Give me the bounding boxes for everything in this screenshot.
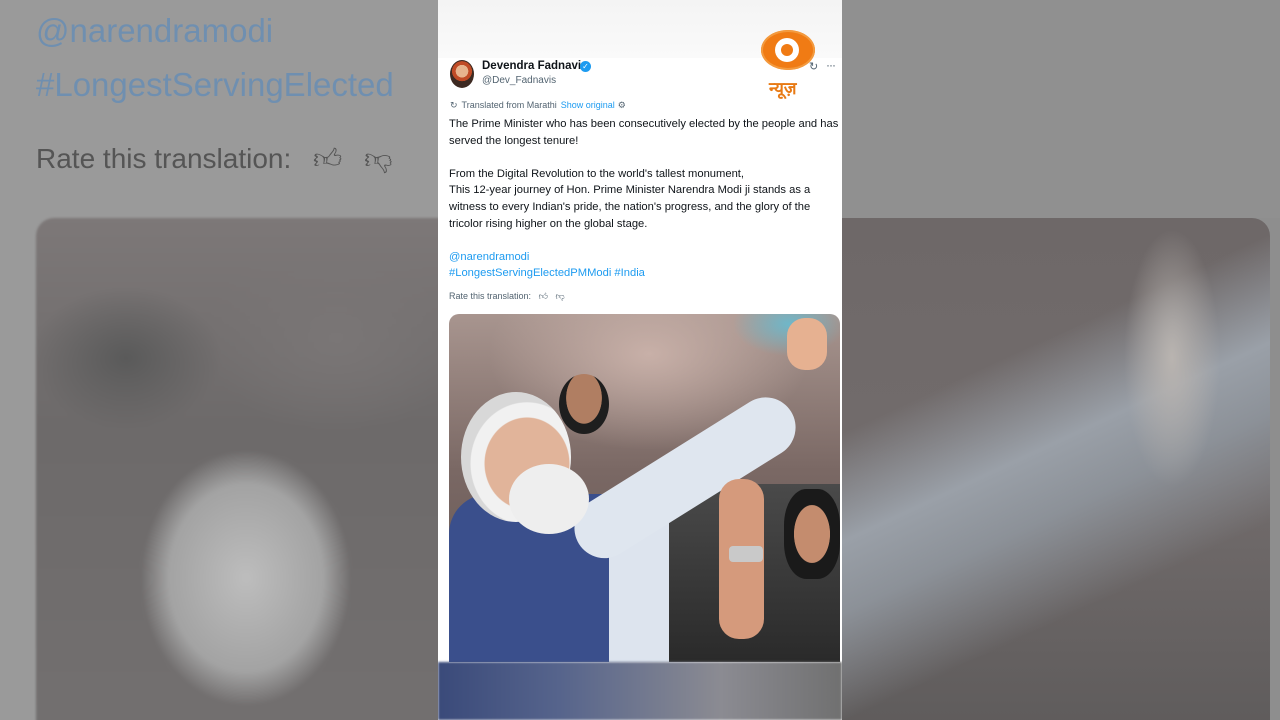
- post-body: The Prime Minister who has been consecut…: [449, 116, 841, 282]
- bg-rate-text: Rate this translation:: [36, 143, 292, 174]
- author-handle[interactable]: @Dev_Fadnavis: [482, 75, 556, 86]
- bg-mention-text: @narendramodi: [36, 12, 274, 49]
- translated-label: Translated from Marathi: [461, 100, 557, 110]
- post-photo[interactable]: [449, 314, 840, 662]
- card-bottom-area: [438, 662, 842, 720]
- verified-badge-icon: ✓: [580, 61, 591, 72]
- avatar[interactable]: [450, 60, 474, 88]
- bg-photo-left: [36, 218, 438, 720]
- bg-hashtag-text: #LongestServingElected: [36, 66, 394, 103]
- hashtag-links[interactable]: #LongestServingElectedPMModi #India: [449, 265, 841, 282]
- photo-person-right: [784, 489, 840, 579]
- bg-top-right: [842, 0, 1280, 218]
- photo-beard: [509, 464, 589, 534]
- show-original-link[interactable]: Show original: [561, 100, 615, 110]
- bg-rate-label: Rate this translation: 👍︎ 👎︎: [36, 142, 393, 176]
- post-text-line: The Prime Minister who has been consecut…: [449, 118, 839, 147]
- rate-translation-label: Rate this translation:: [449, 291, 532, 301]
- thumbs-down-icon: 👎︎: [364, 143, 393, 174]
- post-card: Devendra Fadnavis ✓ @Dev_Fadnavis ↻ ··· …: [438, 0, 842, 720]
- more-options-icon[interactable]: ···: [826, 58, 836, 72]
- thumbs-down-icon[interactable]: 👎︎: [555, 291, 564, 301]
- photo-watch: [729, 546, 763, 562]
- thumbs-up-icon: 👍︎: [313, 143, 343, 174]
- thumbs-up-icon[interactable]: 👍︎: [539, 291, 548, 301]
- post-text-line: From the Digital Revolution to the world…: [449, 167, 745, 180]
- channel-logo-ring-icon: [761, 30, 815, 70]
- background-left-mirror: @narendramodi #LongestServingElected Rat…: [0, 0, 438, 720]
- author-name[interactable]: Devendra Fadnavis: [482, 60, 587, 72]
- settings-icon[interactable]: ⚙: [618, 100, 626, 110]
- background-right-mirror: [842, 0, 1280, 720]
- photo-waving-hand: [787, 318, 827, 370]
- rate-translation: Rate this translation: 👍︎ 👎︎: [449, 291, 565, 302]
- channel-logo: [761, 30, 817, 72]
- bg-photo-right: [842, 218, 1270, 720]
- post-text-line: This 12-year journey of Hon. Prime Minis…: [449, 184, 811, 230]
- translate-icon: ↻: [450, 100, 458, 110]
- photo-person-background: [559, 374, 609, 434]
- translation-notice: ↻ Translated from Marathi Show original ⚙: [450, 100, 626, 111]
- mention-link[interactable]: @narendramodi: [449, 249, 841, 266]
- channel-logo-text: न्यूज़: [769, 79, 797, 99]
